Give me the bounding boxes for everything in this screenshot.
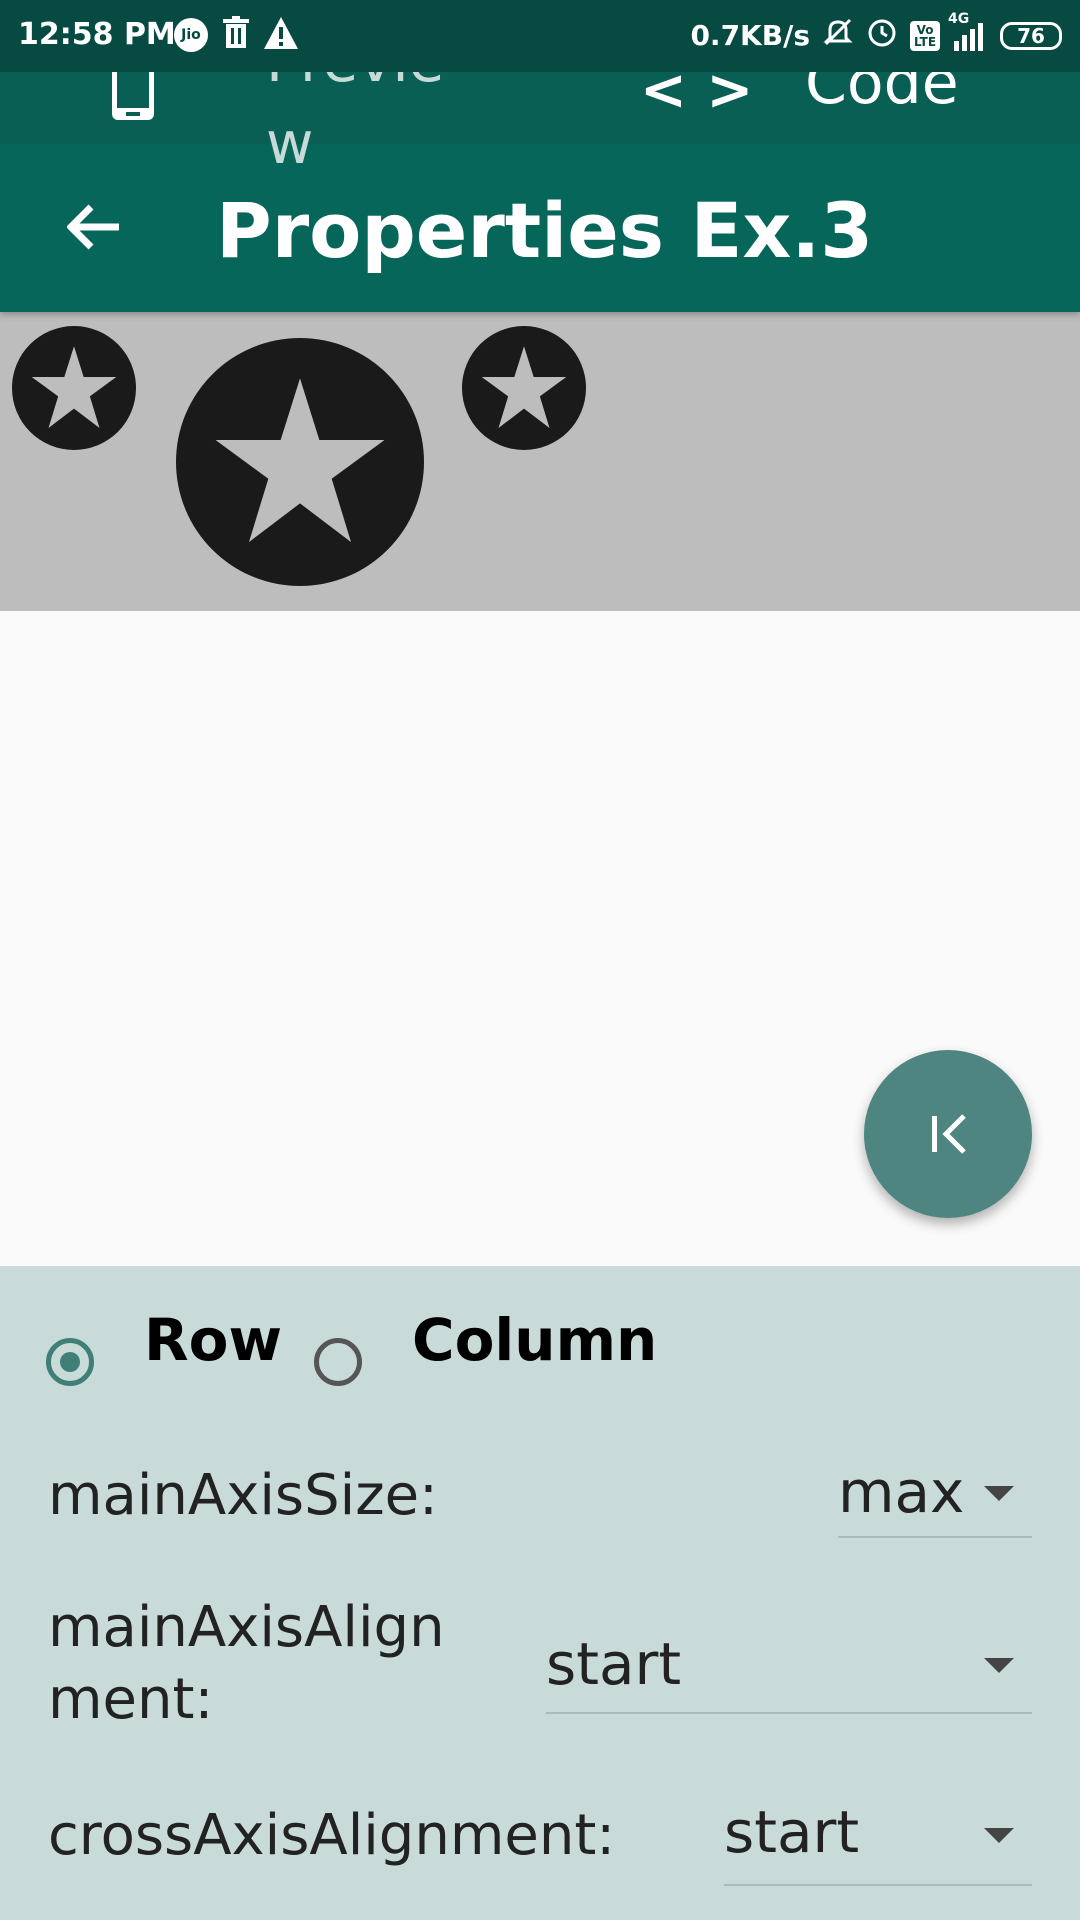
small-star-icon [12,326,136,450]
large-star-icon [176,338,424,586]
page-title: Properties Ex.3 [216,186,874,275]
app-bar: Properties Ex.3 [0,144,1080,312]
main-axis-alignment-value: start [546,1630,682,1698]
mute-bell-icon [822,16,854,55]
warning-icon [264,17,298,53]
main-axis-size-value: max [838,1458,965,1526]
volte-icon: Vo LTE [910,20,940,51]
battery-icon: 76 [1000,21,1062,50]
main-axis-alignment-label: mainAxisAlignment: [48,1595,445,1732]
first-page-icon [932,1114,966,1154]
preview-area [0,312,1080,611]
main-axis-size-label: mainAxisSize: [48,1463,438,1528]
trash-icon [222,16,250,54]
column-radio-label[interactable]: Column [412,1306,657,1374]
dropdown-arrow-icon [984,1486,1014,1501]
cross-axis-alignment-dropdown[interactable]: start [724,1792,1032,1886]
main-axis-size-dropdown[interactable]: max [838,1452,1032,1538]
column-radio[interactable] [314,1338,362,1386]
row-radio-label[interactable]: Row [144,1306,282,1374]
main-axis-alignment-dropdown[interactable]: start [546,1620,1032,1714]
dropdown-arrow-icon [984,1828,1014,1843]
alarm-icon [866,16,898,55]
status-time: 12:58 PM [18,17,176,52]
row-radio[interactable] [46,1338,94,1386]
status-right: 0.7KB/s Vo LTE 4G 76 [690,11,1062,55]
collapse-fab[interactable] [864,1050,1032,1218]
cross-axis-alignment-label: crossAxisAlignment: [48,1803,616,1868]
jio-icon: Jio [174,18,208,52]
small-star-icon [462,326,586,450]
network-type: 4G [948,10,970,27]
network-speed: 0.7KB/s [690,19,810,52]
back-button[interactable] [50,182,140,272]
arrow-left-icon [67,204,119,250]
dropdown-arrow-icon [984,1658,1014,1673]
notification-icons: Jio [174,16,298,54]
signal-icon: 4G [948,11,988,51]
controls-panel: Row Column mainAxisSize: max mainAxisAli… [0,1266,1080,1920]
cross-axis-alignment-value: start [724,1798,860,1866]
status-bar: 12:58 PM Jio 0.7KB/s Vo LTE 4G 76 [0,0,1080,72]
tab-bar: Preview < > Code [0,27,1080,177]
